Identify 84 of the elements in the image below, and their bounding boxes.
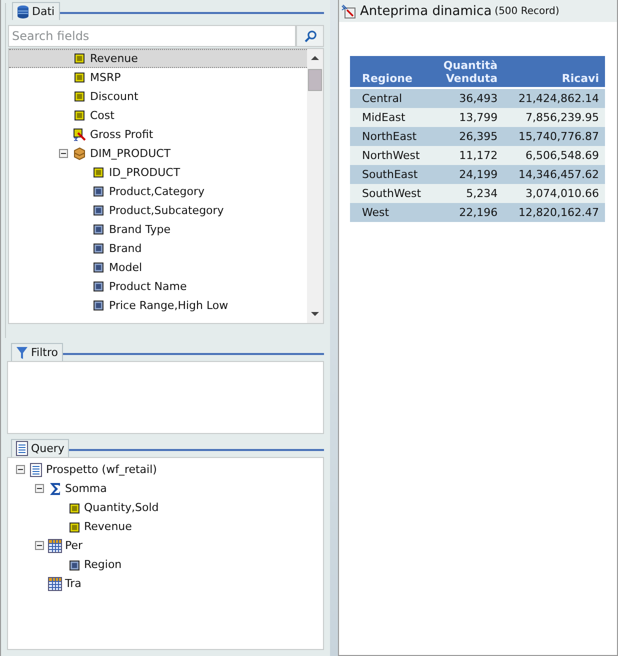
dimension-icon (92, 261, 105, 274)
tree-item[interactable]: Model (9, 258, 307, 277)
tree-item[interactable]: Revenue (9, 49, 307, 68)
measure-icon (67, 520, 81, 534)
tree-item[interactable]: MSRP (9, 68, 307, 87)
column-header: Quantità Venduta (429, 56, 504, 88)
dimension-icon (67, 558, 81, 572)
tree-item[interactable]: Tra (8, 574, 323, 593)
table-cell: 36,493 (429, 88, 504, 108)
dimension-icon (92, 204, 105, 217)
table-cell: 11,172 (429, 146, 504, 165)
preview-title: Anteprima dinamica (360, 4, 492, 18)
filter-tab[interactable]: Filtro (11, 343, 63, 361)
table-cell: 3,074,010.66 (504, 184, 605, 203)
tree-item[interactable]: Brand (9, 239, 307, 258)
table-cell: 6,506,548.69 (504, 146, 605, 165)
table-cell: West (350, 203, 430, 222)
table-cell: MidEast (350, 108, 430, 127)
tree-item[interactable]: Per (8, 536, 323, 555)
table-cell: 14,346,457.62 (504, 165, 605, 184)
tree-item[interactable]: Brand Type (9, 220, 307, 239)
collapse-icon[interactable] (35, 541, 44, 550)
table-cell: NorthWest (350, 146, 430, 165)
table-cell: 24,199 (429, 165, 504, 184)
tree-item[interactable]: Revenue (8, 517, 323, 536)
dimension-icon (92, 185, 105, 198)
collapse-icon[interactable] (59, 149, 68, 158)
table-cell: 26,395 (429, 127, 504, 146)
measure-icon (73, 71, 86, 84)
collapse-icon[interactable] (16, 465, 25, 474)
tree-item[interactable]: Region (8, 555, 323, 574)
funnel-icon (16, 346, 28, 360)
table-cell: 7,856,239.95 (504, 108, 605, 127)
grid-icon (48, 538, 62, 552)
tree-item[interactable]: Gross Profit (9, 125, 307, 144)
dimension-icon (92, 242, 105, 255)
document-icon (29, 462, 43, 476)
measure-icon (73, 90, 86, 103)
dimension-icon (92, 223, 105, 236)
scroll-up-icon[interactable] (311, 55, 319, 61)
table-cell: 13,799 (429, 108, 504, 127)
tree-item[interactable]: Prospetto (wf_retail) (8, 460, 323, 479)
table-cell: SouthWest (350, 184, 430, 203)
column-header: Ricavi (504, 56, 605, 88)
measure-icon (73, 109, 86, 122)
query-tab[interactable]: Query (11, 439, 70, 457)
tree-item[interactable]: DIM_PRODUCT (9, 144, 307, 163)
record-count: (500 Record) (494, 6, 560, 16)
table-cell: Central (350, 88, 430, 108)
tree-item[interactable]: Product,Subcategory (9, 201, 307, 220)
dimension-icon (92, 299, 105, 312)
search-icon (304, 30, 316, 42)
table-cell: NorthEast (350, 127, 430, 146)
search-button[interactable] (296, 25, 324, 47)
table-cell: 12,820,162.47 (504, 203, 605, 222)
tree-item[interactable]: Discount (9, 87, 307, 106)
table-cell: SouthEast (350, 165, 430, 184)
column-header: Regione (350, 56, 430, 88)
cube-stack-icon (73, 147, 86, 160)
table-cell: 5,234 (429, 184, 504, 203)
tree-item[interactable]: Cost (9, 106, 307, 125)
collapse-icon[interactable] (35, 484, 44, 493)
sigma-icon (48, 482, 62, 496)
measure-icon (67, 500, 81, 514)
dimension-icon (92, 280, 105, 293)
search-field[interactable]: Search fields (8, 25, 296, 47)
table-cell: 21,424,862.14 (504, 88, 605, 108)
data-tab[interactable]: Dati (12, 2, 60, 20)
scroll-thumb[interactable] (308, 69, 322, 91)
measure-icon (92, 166, 105, 179)
tree-item[interactable]: ID_PRODUCT (9, 163, 307, 182)
table-cell: 22,196 (429, 203, 504, 222)
tree-item[interactable]: Somma (8, 479, 323, 498)
tree-item[interactable]: Product,Category (9, 182, 307, 201)
scroll-down-icon[interactable] (311, 311, 319, 317)
scrollbar[interactable] (307, 49, 323, 323)
database-icon (17, 4, 29, 18)
measure-icon (73, 52, 86, 65)
grid-icon (48, 576, 62, 590)
tree-item[interactable]: Price Range,High Low (9, 296, 307, 315)
table-cell: 15,740,776.87 (504, 127, 605, 146)
computed-field-icon (73, 128, 86, 141)
tree-item[interactable]: Quantity,Sold (8, 498, 323, 517)
tree-item[interactable]: Product Name (9, 277, 307, 296)
